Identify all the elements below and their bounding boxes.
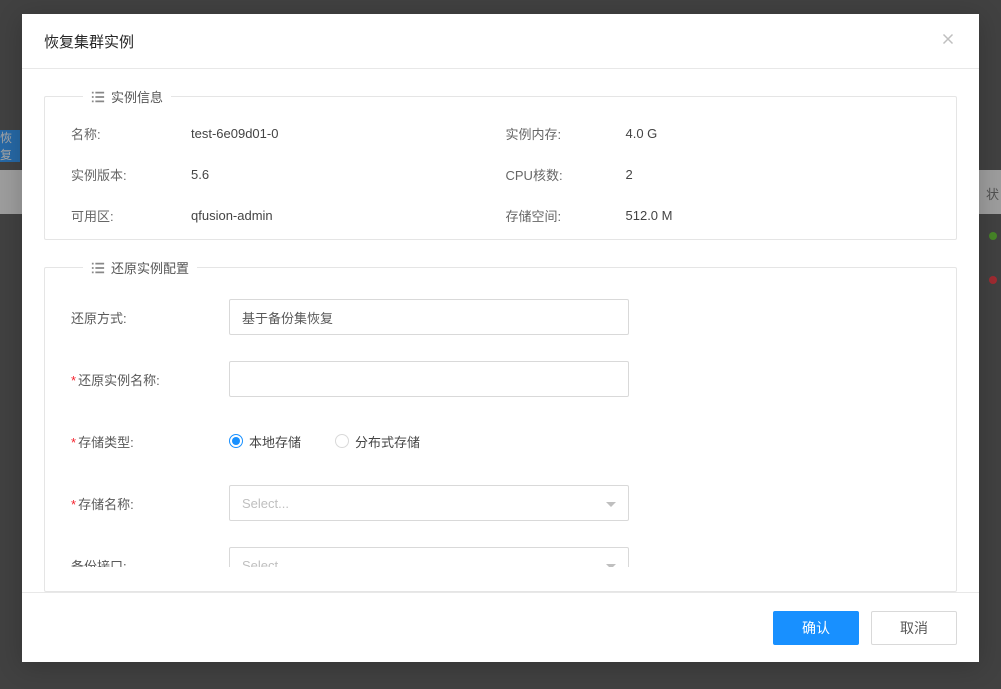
restore-config-scroll[interactable]: 还原方式: 基于备份集恢复 *还原实例名称: *存储类型: (71, 295, 930, 567)
chevron-down-icon (606, 496, 616, 511)
info-zone-label: 可用区: (71, 206, 181, 225)
storage-type-label: *存储类型: (71, 432, 229, 451)
storage-type-local-label: 本地存储 (249, 432, 301, 451)
backup-port-select[interactable]: Select... (229, 547, 629, 567)
restore-cluster-modal: 恢复集群实例 实例信息 名称: test-6e09d01-0 实例内存: 4.0… (22, 14, 979, 662)
restore-config-legend-text: 还原实例配置 (111, 258, 189, 277)
list-icon (91, 90, 105, 104)
confirm-button[interactable]: 确认 (773, 611, 859, 645)
info-cpu-value: 2 (626, 167, 931, 182)
storage-type-distributed-label: 分布式存储 (355, 432, 420, 451)
instance-info-legend-text: 实例信息 (111, 87, 163, 106)
instance-info-legend: 实例信息 (83, 87, 171, 106)
info-cpu-label: CPU核数: (506, 165, 616, 184)
list-icon (91, 261, 105, 275)
restore-method-label: 还原方式: (71, 308, 229, 327)
info-name-label: 名称: (71, 124, 181, 143)
info-version-label: 实例版本: (71, 165, 181, 184)
info-storage-value: 512.0 M (626, 208, 931, 223)
info-zone-value: qfusion-admin (191, 208, 496, 223)
close-icon[interactable] (939, 30, 957, 52)
radio-icon (229, 434, 243, 448)
info-name-value: test-6e09d01-0 (191, 126, 496, 141)
storage-type-radio-group: 本地存储 分布式存储 (229, 432, 629, 451)
storage-type-local-radio[interactable]: 本地存储 (229, 432, 301, 451)
storage-name-select[interactable]: Select... (229, 485, 629, 521)
storage-name-label: *存储名称: (71, 494, 229, 513)
modal-title: 恢复集群实例 (44, 31, 134, 52)
instance-info-fieldset: 实例信息 名称: test-6e09d01-0 实例内存: 4.0 G 实例版本… (44, 87, 957, 240)
info-memory-value: 4.0 G (626, 126, 931, 141)
info-version-value: 5.6 (191, 167, 496, 182)
backup-port-label: 备份接口: (71, 556, 229, 568)
restore-config-legend: 还原实例配置 (83, 258, 197, 277)
backup-port-placeholder: Select... (242, 558, 289, 568)
chevron-down-icon (606, 558, 616, 568)
radio-icon (335, 434, 349, 448)
restore-name-label: *还原实例名称: (71, 370, 229, 389)
storage-type-distributed-radio[interactable]: 分布式存储 (335, 432, 420, 451)
info-memory-label: 实例内存: (506, 124, 616, 143)
cancel-button[interactable]: 取消 (871, 611, 957, 645)
modal-header: 恢复集群实例 (22, 14, 979, 69)
restore-name-input[interactable] (229, 361, 629, 397)
storage-name-placeholder: Select... (242, 496, 289, 511)
restore-method-value[interactable]: 基于备份集恢复 (229, 299, 629, 335)
info-storage-label: 存储空间: (506, 206, 616, 225)
modal-footer: 确认 取消 (22, 592, 979, 662)
restore-config-fieldset: 还原实例配置 还原方式: 基于备份集恢复 *还原实例名称: *存储类型: (44, 258, 957, 592)
